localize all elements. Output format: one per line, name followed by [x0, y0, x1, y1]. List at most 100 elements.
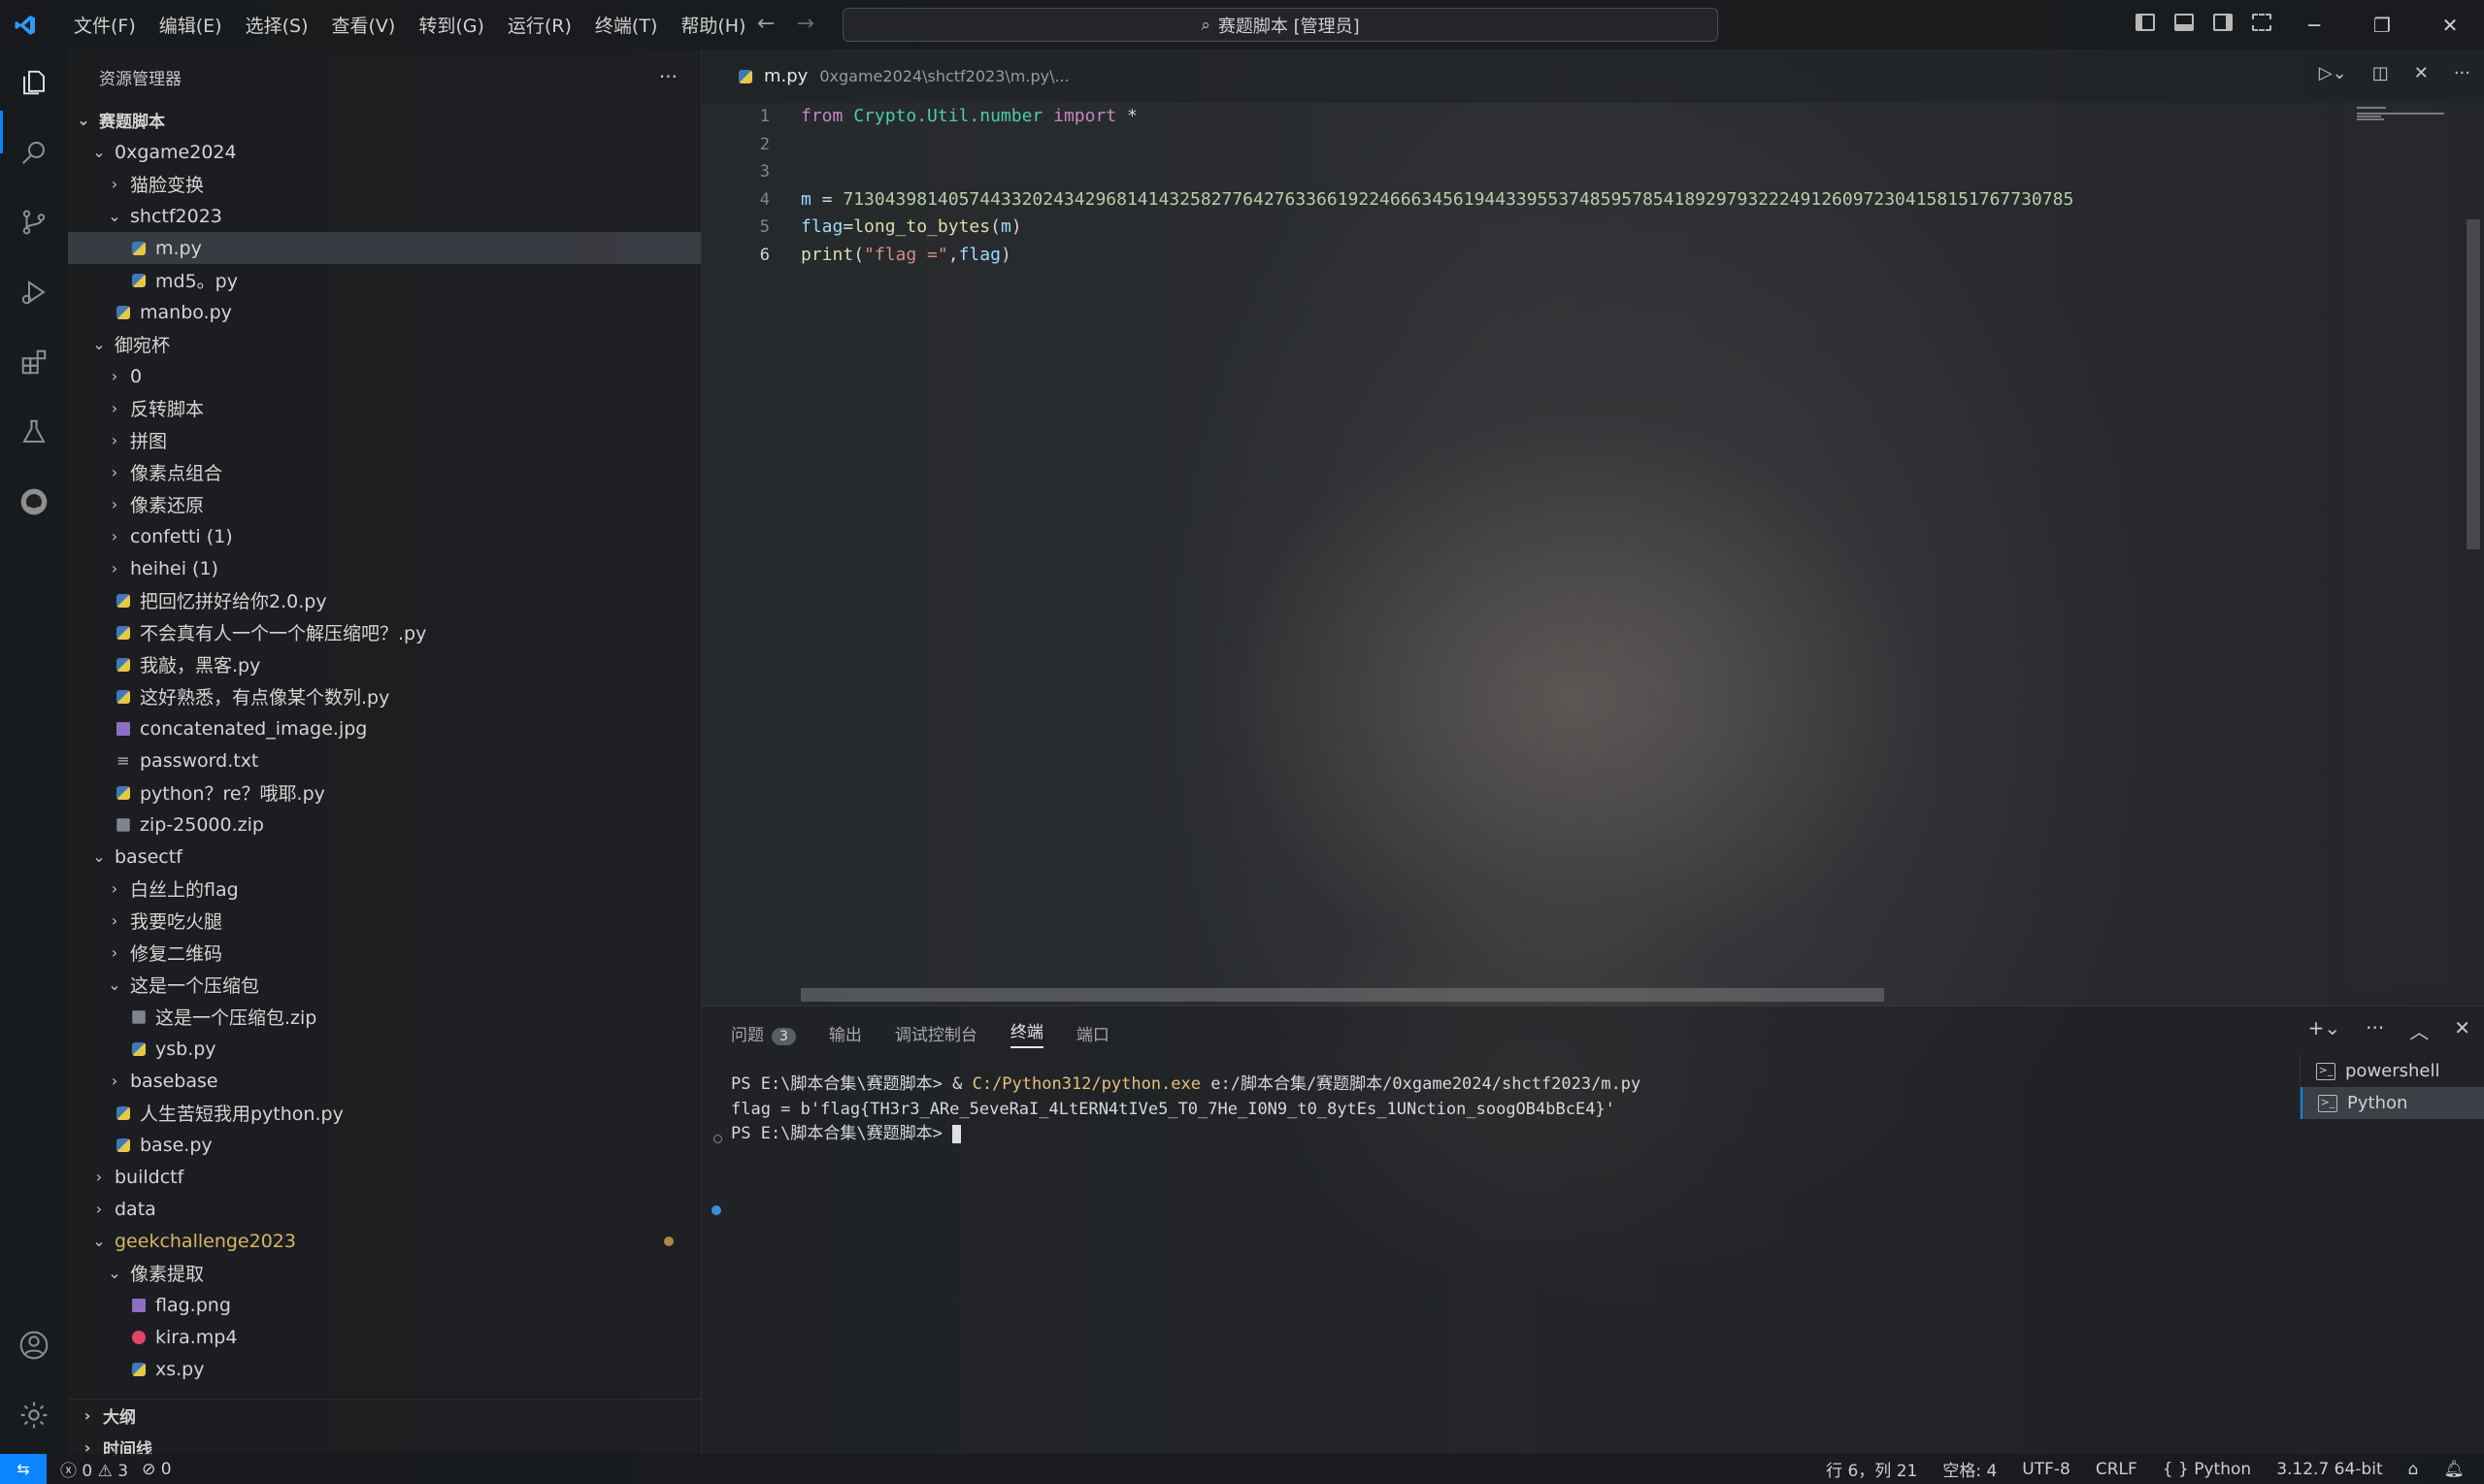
notifications-bell-icon[interactable]: 🔔︎ — [2443, 1460, 2465, 1479]
problems-status[interactable]: ⓧ 0 ⚠ 3 — [60, 1457, 128, 1481]
minimap[interactable] — [2347, 103, 2464, 986]
workspace-root[interactable]: ⌄ 赛题脚本 — [68, 104, 701, 136]
tree-folder[interactable]: ⌄ 这是一个压缩包 — [68, 969, 701, 1001]
tree-file[interactable]: ysb.py — [68, 1033, 701, 1065]
close-window-icon[interactable]: ✕ — [2416, 0, 2484, 49]
tree-folder[interactable]: › 像素还原 — [68, 488, 701, 520]
tree-file[interactable]: 把回忆拼好给你2.0.py — [68, 584, 701, 616]
tree-file[interactable]: manbo.py — [68, 296, 701, 328]
tree-folder[interactable]: › 猫脸变换 — [68, 168, 701, 200]
search-sidebar-icon[interactable] — [17, 135, 51, 170]
tree-file[interactable]: flag.png — [68, 1289, 701, 1321]
menu-file[interactable]: 文件(F) — [62, 12, 148, 38]
horizontal-scrollbar[interactable] — [801, 988, 1884, 1002]
ports-status[interactable]: ⊘ 0 — [142, 1460, 171, 1479]
tree-folder[interactable]: › 白丝上的flag — [68, 873, 701, 905]
terminal-output[interactable]: PS E:\脚本合集\赛题脚本> & C:/Python312/python.e… — [731, 1072, 2284, 1147]
new-terminal-icon[interactable]: +⌄ — [2308, 1016, 2341, 1044]
close-panel-icon[interactable]: ✕ — [2454, 1016, 2470, 1044]
tree-file[interactable]: kira.mp4 — [68, 1321, 701, 1353]
run-python-file-icon[interactable]: ▷⌄ — [2319, 63, 2347, 83]
split-editor-icon[interactable]: ◫ — [2372, 63, 2389, 83]
tree-folder[interactable]: › basebase — [68, 1065, 701, 1097]
extensions-icon[interactable] — [17, 345, 51, 379]
customize-layout-icon[interactable] — [2252, 14, 2271, 31]
menu-go[interactable]: 转到(G) — [407, 12, 496, 38]
tree-file[interactable]: zip-25000.zip — [68, 808, 701, 841]
toggle-primary-sidebar-icon[interactable] — [2136, 14, 2155, 31]
minimize-icon[interactable]: ─ — [2280, 0, 2348, 49]
tree-folder[interactable]: › confetti (1) — [68, 520, 701, 552]
tree-folder[interactable]: ⌄ shctf2023 — [68, 200, 701, 232]
language-mode[interactable]: { } Python — [2163, 1460, 2251, 1479]
tab-terminal[interactable]: 终端 — [1010, 1018, 1043, 1048]
tree-folder[interactable]: ⌄ 像素提取 — [68, 1257, 701, 1289]
code-editor[interactable]: 1 2 3 4 5 6 from Crypto.Util.number impo… — [702, 103, 2484, 1006]
tree-file[interactable]: md5。py — [68, 264, 701, 296]
menu-terminal[interactable]: 终端(T) — [583, 12, 669, 38]
toggle-secondary-sidebar-icon[interactable] — [2213, 14, 2233, 31]
tree-folder[interactable]: ⌄ 御宛杯 — [68, 328, 701, 360]
tree-folder[interactable]: ⌄ geekchallenge2023 — [68, 1225, 701, 1257]
maximize-panel-icon[interactable]: ︿ — [2409, 1016, 2429, 1044]
tree-file[interactable]: xs.py — [68, 1353, 701, 1385]
tree-folder[interactable]: › heihei (1) — [68, 552, 701, 584]
tab-ports[interactable]: 端口 — [1076, 1021, 1110, 1045]
run-and-debug-icon[interactable] — [17, 275, 51, 310]
tree-folder[interactable]: › 像素点组合 — [68, 456, 701, 488]
source-control-icon[interactable] — [17, 205, 51, 240]
tree-folder[interactable]: › 拼图 — [68, 424, 701, 456]
tree-file[interactable]: python？re？哦耶.py — [68, 776, 701, 808]
accounts-icon[interactable] — [17, 1328, 51, 1363]
vertical-scrollbar[interactable] — [2467, 219, 2480, 549]
tree-file[interactable]: 不会真有人一个一个解压缩吧？.py — [68, 616, 701, 648]
tree-folder[interactable]: ⌄ basectf — [68, 841, 701, 873]
python-interpreter[interactable]: 3.12.7 64-bit — [2276, 1460, 2382, 1479]
menu-edit[interactable]: 编辑(E) — [148, 12, 234, 38]
remote-indicator-icon[interactable]: ⇆ — [0, 1454, 47, 1484]
tree-folder[interactable]: › 修复二维码 — [68, 937, 701, 969]
explorer-icon[interactable] — [17, 65, 51, 100]
menu-selection[interactable]: 选择(S) — [234, 12, 320, 38]
tree-folder[interactable]: › 0 — [68, 360, 701, 392]
tab-m-py[interactable]: m.py 0xgame2024\shctf2023\m.py\... — [702, 49, 1070, 103]
tree-file[interactable]: concatenated_image.jpg — [68, 712, 701, 744]
tab-debug-console[interactable]: 调试控制台 — [895, 1021, 977, 1045]
tree-folder[interactable]: ⌄ 0xgame2024 — [68, 136, 701, 168]
forward-arrow-icon[interactable]: → — [796, 12, 813, 36]
tree-file[interactable]: 这是一个压缩包.zip — [68, 1001, 701, 1033]
feedback-icon[interactable]: ⌂ — [2408, 1460, 2419, 1479]
testing-flask-icon[interactable] — [17, 414, 51, 449]
tab-problems[interactable]: 问题 3 — [731, 1021, 796, 1045]
close-editor-icon[interactable]: ✕ — [2414, 63, 2429, 83]
tree-file[interactable]: 我敲，黑客.py — [68, 648, 701, 680]
cursor-position[interactable]: 行 6，列 21 — [1826, 1457, 1917, 1481]
menu-run[interactable]: 运行(R) — [496, 12, 583, 38]
encoding[interactable]: UTF-8 — [2022, 1460, 2070, 1479]
back-arrow-icon[interactable]: ← — [757, 12, 775, 36]
command-center-search[interactable]: ⌕ 赛题脚本 [管理员] — [843, 8, 1718, 42]
panel-more-actions-icon[interactable]: ··· — [2366, 1016, 2384, 1044]
tree-file[interactable]: base.py — [68, 1129, 701, 1161]
menu-help[interactable]: 帮助(H) — [669, 12, 757, 38]
terminal-item-python[interactable]: >_ Python — [2301, 1087, 2484, 1119]
outline-section[interactable]: › 大纲 — [68, 1399, 701, 1432]
tree-folder[interactable]: › buildctf — [68, 1161, 701, 1193]
settings-gear-icon[interactable] — [17, 1398, 51, 1433]
tree-file[interactable]: 这好熟悉，有点像某个数列.py — [68, 680, 701, 712]
menu-view[interactable]: 查看(V) — [320, 12, 408, 38]
tree-folder[interactable]: › 我要吃火腿 — [68, 905, 701, 937]
github-icon[interactable] — [17, 484, 51, 519]
tab-output[interactable]: 输出 — [829, 1021, 862, 1045]
tree-folder[interactable]: › 反转脚本 — [68, 392, 701, 424]
tree-file[interactable]: 人生苦短我用python.py — [68, 1097, 701, 1129]
restore-icon[interactable]: ❐ — [2348, 0, 2416, 49]
toggle-panel-icon[interactable] — [2174, 14, 2194, 31]
terminal-item-powershell[interactable]: >_ powershell — [2301, 1055, 2484, 1087]
tree-file[interactable]: ≡ password.txt — [68, 744, 701, 776]
tree-folder[interactable]: › data — [68, 1193, 701, 1225]
indentation[interactable]: 空格: 4 — [1942, 1457, 1997, 1481]
more-actions-icon[interactable]: ··· — [659, 65, 678, 88]
tree-file[interactable]: m.py — [68, 232, 701, 264]
end-of-line[interactable]: CRLF — [2096, 1460, 2137, 1479]
